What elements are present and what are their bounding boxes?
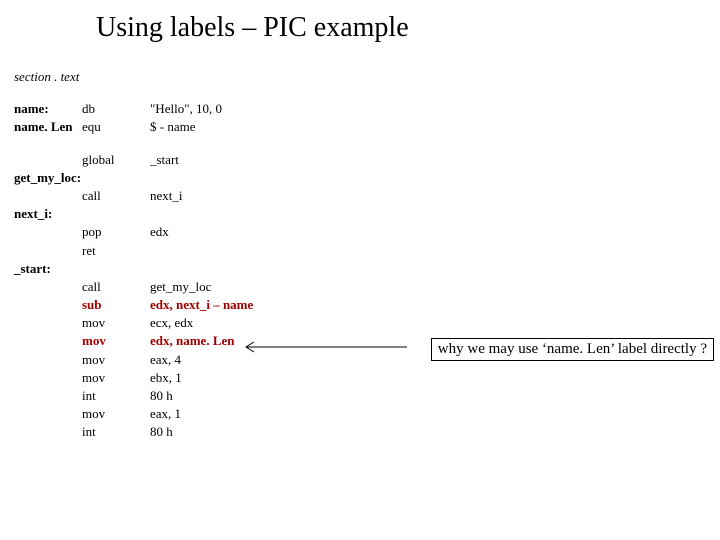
label-col: get_my_loc: (14, 169, 82, 187)
mnemonic-col: call (82, 278, 150, 296)
operand-col: 80 h (150, 423, 720, 441)
mnemonic-col: mov (82, 405, 150, 423)
label-col: _start: (14, 260, 82, 278)
code-row: subedx, next_i – name (14, 296, 720, 314)
slide-title: Using labels – PIC example (0, 0, 720, 50)
mnemonic-col: global (82, 151, 150, 169)
code-row: callget_my_loc (14, 278, 720, 296)
code-row: int80 h (14, 423, 720, 441)
operand-col: get_my_loc (150, 278, 720, 296)
code-row: moveax, 1 (14, 405, 720, 423)
code-row: next_i: (14, 205, 720, 223)
operand-col: ebx, 1 (150, 369, 720, 387)
operand-col: $ - name (150, 118, 720, 136)
mnemonic-col: mov (82, 314, 150, 332)
code-block: section . text name:db"Hello", 10, 0name… (0, 50, 720, 442)
section-directive: section . text (14, 68, 720, 86)
section-text: section . text (14, 68, 79, 86)
operand-col: edx (150, 223, 720, 241)
code-row: movecx, edx (14, 314, 720, 332)
annotation-text: why we may use ‘name. Len’ label directl… (431, 338, 714, 361)
code-row: global_start (14, 151, 720, 169)
label-col: next_i: (14, 205, 82, 223)
operand-col: "Hello", 10, 0 (150, 100, 720, 118)
operand-col: _start (150, 151, 720, 169)
code-row: _start: (14, 260, 720, 278)
mnemonic-col: mov (82, 332, 150, 350)
code-row: movebx, 1 (14, 369, 720, 387)
mnemonic-col: mov (82, 351, 150, 369)
mnemonic-col: int (82, 423, 150, 441)
code-row: int80 h (14, 387, 720, 405)
mnemonic-col: equ (82, 118, 150, 136)
code-row: name. Lenequ$ - name (14, 118, 720, 136)
mnemonic-col: int (82, 387, 150, 405)
code-row: ret (14, 242, 720, 260)
operand-col: edx, next_i – name (150, 296, 720, 314)
mnemonic-col: ret (82, 242, 150, 260)
code-row: popedx (14, 223, 720, 241)
code-row: name:db"Hello", 10, 0 (14, 100, 720, 118)
operand-col: next_i (150, 187, 720, 205)
label-col: name. Len (14, 118, 82, 136)
mnemonic-col: pop (82, 223, 150, 241)
operand-col: 80 h (150, 387, 720, 405)
label-col: name: (14, 100, 82, 118)
mnemonic-col: sub (82, 296, 150, 314)
mnemonic-col: call (82, 187, 150, 205)
operand-col: eax, 1 (150, 405, 720, 423)
code-row: callnext_i (14, 187, 720, 205)
operand-col: ecx, edx (150, 314, 720, 332)
code-row: get_my_loc: (14, 169, 720, 187)
mnemonic-col: mov (82, 369, 150, 387)
mnemonic-col: db (82, 100, 150, 118)
